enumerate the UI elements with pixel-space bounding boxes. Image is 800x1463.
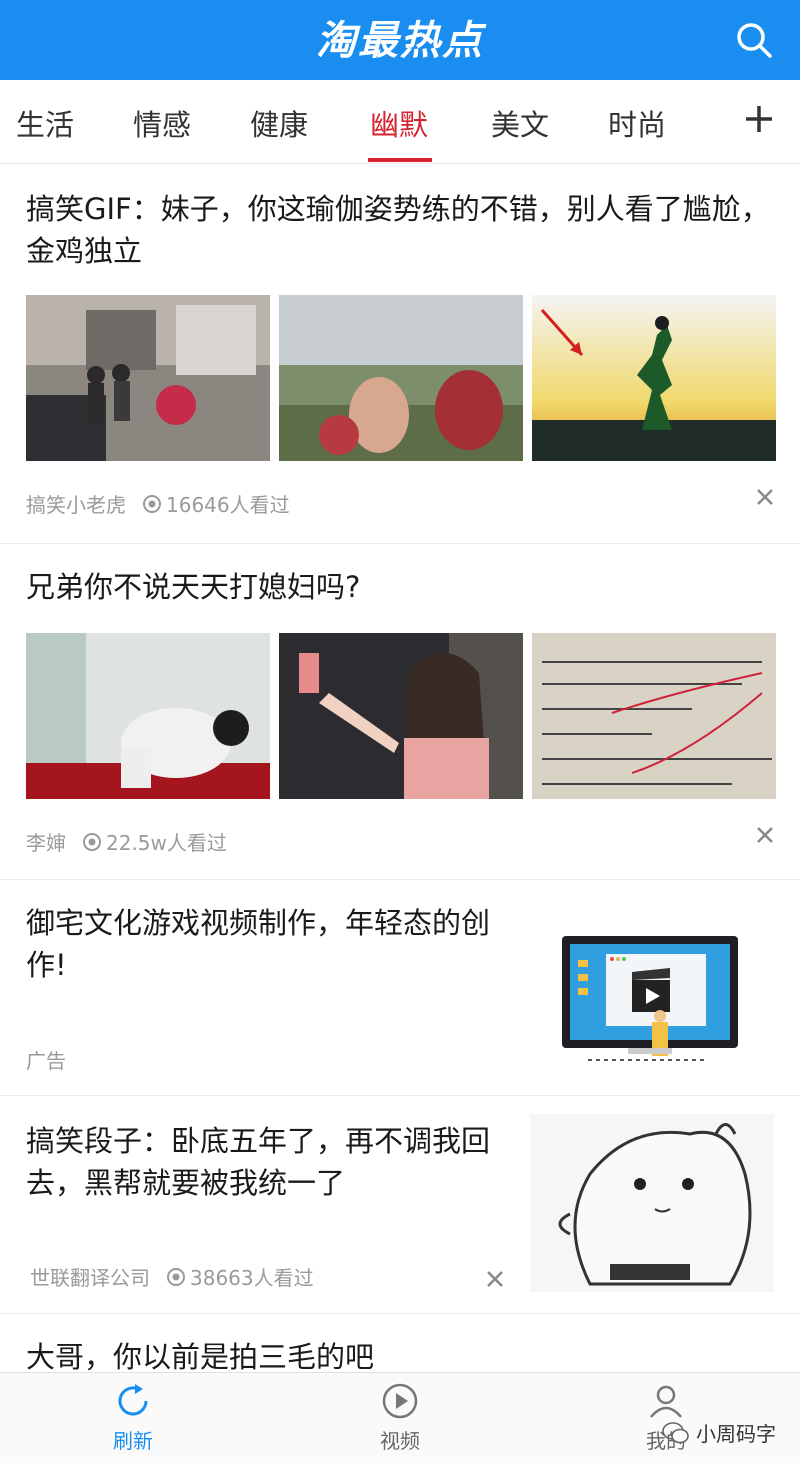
feed-item[interactable]: 搞笑GIF：妹子，你这瑜伽姿势练的不错，别人看了尴尬，金鸡独立 搞笑小老虎 16…: [0, 164, 800, 544]
item-meta: 广告: [26, 1045, 66, 1074]
tab-life[interactable]: 生活: [0, 102, 90, 144]
nav-label: 视频: [380, 1429, 420, 1453]
feed-item[interactable]: 兄弟你不说天天打媳妇吗? 李婶 22.5w人看过: [0, 544, 800, 880]
view-count: 38663人看过: [190, 1266, 314, 1290]
source-name: 李婶: [26, 831, 66, 855]
wechat-icon: [662, 1421, 689, 1443]
tab-emotion[interactable]: 情感: [117, 102, 207, 144]
thumbnail-row: [26, 633, 776, 799]
play-icon: [382, 1383, 418, 1419]
article-title[interactable]: 搞笑段子：卧底五年了，再不调我回去，黑帮就要被我统一了: [26, 1120, 506, 1204]
dismiss-icon[interactable]: [486, 1270, 504, 1288]
feed-item[interactable]: 搞笑段子：卧底五年了，再不调我回去，黑帮就要被我统一了 世联翻译公司 38663…: [0, 1096, 800, 1314]
add-category-icon[interactable]: [744, 104, 774, 134]
category-tabs: 生活 情感 健康 幽默 美文 时尚: [0, 80, 800, 164]
nav-video[interactable]: 视频: [340, 1381, 460, 1454]
view-count: 16646人看过: [166, 493, 290, 517]
views-icon: [143, 494, 161, 513]
thumbnail-row: [26, 295, 776, 461]
item-meta: 世联翻译公司 38663人看过: [30, 1262, 314, 1291]
ad-title[interactable]: 御宅文化游戏视频制作，年轻态的创作!: [26, 902, 516, 986]
dismiss-icon[interactable]: [756, 488, 774, 506]
thumbnail-image[interactable]: [26, 633, 270, 799]
views-icon: [83, 832, 101, 851]
thumbnail-image[interactable]: [532, 633, 776, 799]
app-header: 淘最热点: [0, 0, 800, 80]
tab-prose[interactable]: 美文: [475, 102, 565, 144]
article-title[interactable]: 兄弟你不说天天打媳妇吗?: [26, 566, 774, 608]
feed-item[interactable]: 大哥，你以前是拍三毛的吧: [0, 1314, 800, 1374]
views-icon: [167, 1267, 185, 1286]
nav-label: 刷新: [113, 1429, 153, 1453]
tab-fashion[interactable]: 时尚: [592, 102, 682, 144]
search-icon[interactable]: [734, 20, 774, 60]
tab-humor[interactable]: 幽默: [354, 102, 444, 144]
article-title[interactable]: 搞笑GIF：妹子，你这瑜伽姿势练的不错，别人看了尴尬，金鸡独立: [26, 188, 774, 272]
thumbnail-image[interactable]: [279, 633, 523, 799]
user-icon: [650, 1385, 682, 1418]
view-count: 22.5w人看过: [106, 831, 227, 855]
ad-item[interactable]: 御宅文化游戏视频制作，年轻态的创作! 广告: [0, 880, 800, 1096]
nav-refresh[interactable]: 刷新: [73, 1381, 193, 1454]
ad-label: 广告: [26, 1049, 66, 1073]
item-meta: 搞笑小老虎 16646人看过: [26, 489, 290, 518]
active-tab-indicator: [368, 158, 432, 162]
dismiss-icon[interactable]: [756, 826, 774, 844]
source-name: 搞笑小老虎: [26, 493, 126, 517]
thumbnail-image[interactable]: [530, 1114, 774, 1292]
source-name: 世联翻译公司: [30, 1266, 150, 1290]
thumbnail-image[interactable]: [26, 295, 270, 461]
app-logo: 淘最热点: [316, 18, 484, 64]
ad-thumbnail-image[interactable]: [548, 932, 748, 1072]
tab-health[interactable]: 健康: [234, 102, 324, 144]
watermark-text: 小周码字: [696, 1422, 776, 1446]
refresh-icon: [118, 1384, 148, 1416]
watermark: 小周码字: [662, 1418, 776, 1447]
thumbnail-image[interactable]: [532, 295, 776, 461]
thumbnail-image[interactable]: [279, 295, 523, 461]
item-meta: 李婶 22.5w人看过: [26, 827, 227, 856]
